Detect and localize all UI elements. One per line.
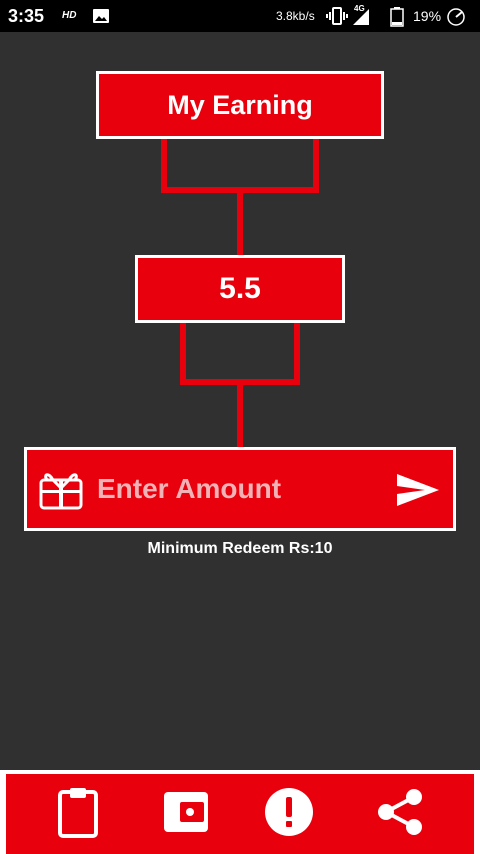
hd-indicator: HD bbox=[62, 10, 77, 21]
clipboard-button[interactable] bbox=[52, 786, 104, 843]
wallet-button[interactable] bbox=[160, 788, 212, 840]
alert-icon bbox=[264, 787, 314, 842]
amount-input[interactable] bbox=[97, 464, 377, 514]
minimum-redeem-text: Minimum Redeem Rs:10 bbox=[147, 540, 333, 557]
speed-gauge-icon bbox=[446, 7, 466, 32]
battery-percent: 19% bbox=[413, 8, 442, 24]
status-time: 3:35 bbox=[8, 6, 45, 26]
earning-value: 5.5 bbox=[219, 272, 261, 305]
clipboard-icon bbox=[56, 786, 100, 843]
my-earning-label: My Earning bbox=[167, 89, 313, 120]
share-button[interactable] bbox=[374, 788, 426, 840]
wallet-icon bbox=[162, 790, 210, 839]
earning-value-box: 5.5 bbox=[135, 255, 345, 323]
alert-button[interactable] bbox=[263, 787, 315, 842]
image-notification-icon bbox=[92, 8, 110, 29]
connector-line bbox=[237, 385, 243, 447]
connector-line bbox=[180, 323, 186, 385]
connector-line bbox=[313, 139, 319, 193]
battery-icon bbox=[390, 7, 404, 32]
gift-card-icon bbox=[39, 470, 83, 515]
status-bar: 3:35 HD 3.8kb/s 4G 19% bbox=[0, 0, 480, 32]
signal-icon bbox=[352, 6, 370, 31]
share-icon bbox=[376, 787, 424, 842]
vibrate-icon bbox=[326, 7, 348, 30]
connector-line bbox=[161, 139, 167, 193]
network-speed: 3.8kb/s bbox=[276, 9, 315, 23]
send-icon[interactable] bbox=[395, 472, 441, 513]
connector-line bbox=[294, 323, 300, 385]
my-earning-title: My Earning bbox=[96, 71, 384, 139]
redeem-bar bbox=[24, 447, 456, 531]
connector-line bbox=[237, 193, 243, 255]
bottom-nav bbox=[0, 770, 480, 854]
bottom-nav-bar bbox=[6, 774, 474, 854]
